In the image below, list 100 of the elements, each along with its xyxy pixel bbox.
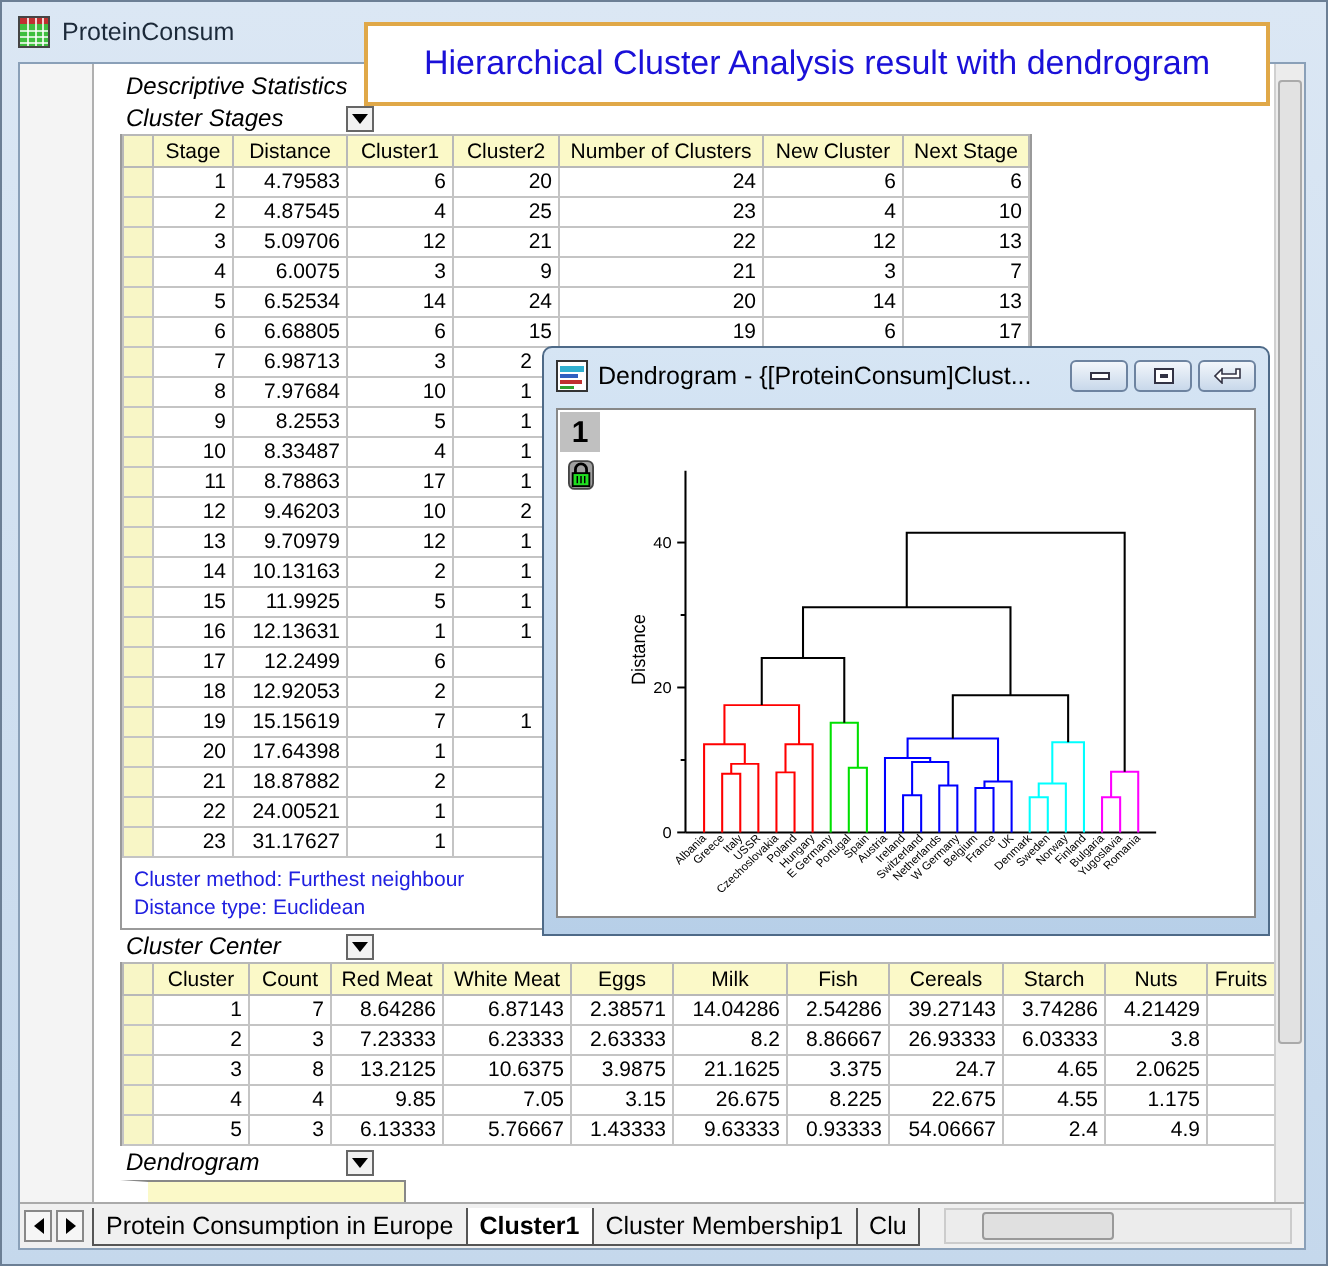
- row-header: [123, 827, 153, 857]
- section-title: Cluster Center: [124, 933, 281, 959]
- dropdown-button[interactable]: [346, 1149, 374, 1175]
- table-cell: 19: [153, 707, 233, 737]
- table-cell: 6: [347, 647, 453, 677]
- column-header: Cluster2: [453, 135, 559, 167]
- row-header: [123, 347, 153, 377]
- window-title: Dendrogram - {[ProteinConsum]Clust...: [598, 362, 1032, 390]
- graph-icon: [556, 360, 588, 392]
- table-cell: 22: [153, 797, 233, 827]
- table-cell: 21: [153, 767, 233, 797]
- table-cell: 15.15619: [233, 707, 347, 737]
- table-cell: 25: [453, 197, 559, 227]
- table-cell: 21: [453, 227, 559, 257]
- table-cell: 10.13163: [233, 557, 347, 587]
- table-cell: 4: [763, 197, 903, 227]
- scroll-left-button[interactable]: [24, 1210, 52, 1242]
- table-cell: 2: [347, 767, 453, 797]
- table-cell: 12: [347, 527, 453, 557]
- sheet-tab[interactable]: Clu: [855, 1208, 921, 1246]
- row-header: [123, 167, 153, 197]
- table-cell: 21.1625: [673, 1055, 787, 1085]
- sheet-tab[interactable]: Protein Consumption in Europe: [92, 1208, 468, 1246]
- lock-icon[interactable]: [568, 460, 594, 490]
- table-cell: 15: [153, 587, 233, 617]
- row-header: [123, 677, 153, 707]
- table-cell: 22.675: [889, 1085, 1003, 1115]
- minimize-button[interactable]: [1070, 360, 1128, 392]
- table-cell: 20: [453, 167, 559, 197]
- layer-tab[interactable]: 1: [560, 412, 600, 452]
- table-cell: 3: [153, 1055, 249, 1085]
- scroll-right-button[interactable]: [56, 1210, 84, 1242]
- table-cell: 7: [903, 257, 1029, 287]
- return-button[interactable]: [1198, 360, 1256, 392]
- table-cell: 6.0075: [233, 257, 347, 287]
- dropdown-arrow-icon: [352, 113, 368, 123]
- column-header: Cluster: [153, 963, 249, 995]
- row-header: [123, 1085, 153, 1115]
- table-cell: 26.93333: [889, 1025, 1003, 1055]
- table-cell: 10: [347, 377, 453, 407]
- table-cell: 12: [153, 497, 233, 527]
- section-title: Cluster Stages: [124, 105, 284, 131]
- note-text: Cluster method: Furthest neighbour: [134, 868, 465, 892]
- row-header: [123, 1025, 153, 1055]
- table-cell: 6: [903, 167, 1029, 197]
- table-cell: 21: [559, 257, 763, 287]
- dropdown-button[interactable]: [346, 105, 374, 131]
- table-cell: 6: [763, 167, 903, 197]
- row-header: [123, 995, 153, 1025]
- table-cell: 13: [903, 287, 1029, 317]
- horizontal-scrollbar[interactable]: [944, 1208, 1292, 1244]
- table-cell: 8.78863: [233, 467, 347, 497]
- table-cell: 7.97684: [233, 377, 347, 407]
- table-cell: 7: [249, 995, 331, 1025]
- row-header: [123, 227, 153, 257]
- table-cell: 1.175: [1105, 1085, 1207, 1115]
- vertical-scrollbar[interactable]: [1274, 64, 1304, 1202]
- table-cell: 4.55: [1003, 1085, 1105, 1115]
- dropdown-button[interactable]: [346, 933, 374, 959]
- table-cell: 8: [249, 1055, 331, 1085]
- row-header: [123, 707, 153, 737]
- table-cell: 9.70979: [233, 527, 347, 557]
- table-cell: 12.2499: [233, 647, 347, 677]
- row-header: [123, 557, 153, 587]
- table-cell: 2.38571: [571, 995, 673, 1025]
- sheet-tab[interactable]: Cluster1: [465, 1208, 594, 1246]
- column-header: Milk: [673, 963, 787, 995]
- table-cell: 4.65: [1003, 1055, 1105, 1085]
- table-cell: 9: [153, 407, 233, 437]
- right-arrow-icon: [65, 1218, 75, 1234]
- table-cell: 6: [153, 317, 233, 347]
- table-cell: 23: [559, 197, 763, 227]
- maximize-icon: [1153, 368, 1173, 384]
- table-cell: 9.63333: [673, 1115, 787, 1145]
- table-cell: 31.17627: [233, 827, 347, 857]
- table-cell: 7.05: [443, 1085, 571, 1115]
- dropdown-arrow-icon: [352, 1157, 368, 1167]
- row-header: [123, 437, 153, 467]
- window-title: ProteinConsum: [62, 18, 235, 46]
- table-cell: 12.13631: [233, 617, 347, 647]
- row-header: [123, 1055, 153, 1085]
- row-header: [123, 617, 153, 647]
- table-cell: 8.33487: [233, 437, 347, 467]
- minimize-icon: [1089, 372, 1109, 380]
- table-cell: 13: [153, 527, 233, 557]
- table-cell: 14: [153, 557, 233, 587]
- row-header: [123, 197, 153, 227]
- spreadsheet-icon: [18, 16, 50, 48]
- table-cell: 3: [763, 257, 903, 287]
- table-cell: 6: [347, 317, 453, 347]
- table-cell: 22: [559, 227, 763, 257]
- return-arrow-icon: [1213, 368, 1241, 384]
- table-cell: 1: [347, 617, 453, 647]
- table-cell: 17: [347, 467, 453, 497]
- table-cell: 6: [347, 167, 453, 197]
- maximize-button[interactable]: [1134, 360, 1192, 392]
- row-header: [123, 257, 153, 287]
- table-cell: 14: [347, 287, 453, 317]
- column-header: Cluster1: [347, 135, 453, 167]
- table-cell: 4: [347, 437, 453, 467]
